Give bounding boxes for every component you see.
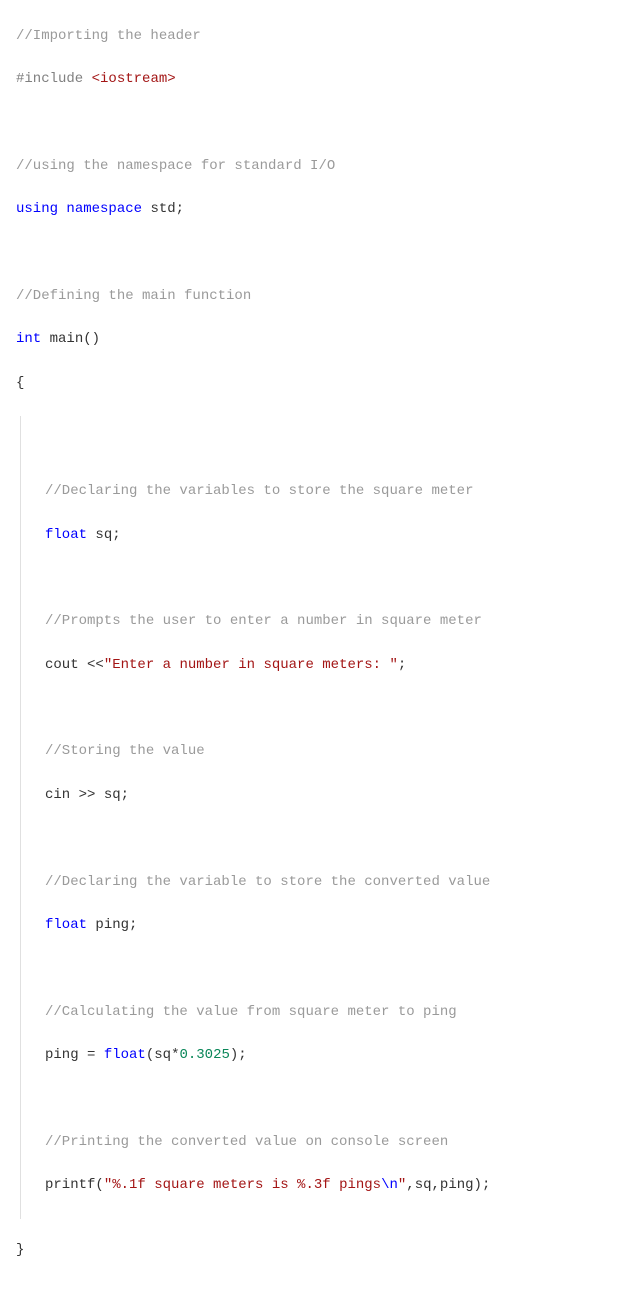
blank-line <box>45 438 612 460</box>
code-block: //Importing the header #include <iostrea… <box>0 0 628 1294</box>
comment: //Calculating the value from square mete… <box>45 1004 457 1020</box>
code-line: //Defining the main function <box>16 286 612 308</box>
close-brace: } <box>16 1242 24 1258</box>
escape-n: \n <box>381 1177 398 1193</box>
ident-std: std <box>150 201 175 217</box>
ident-sq: sq <box>415 1177 432 1193</box>
op-insert: << <box>87 657 104 673</box>
comment: //Importing the header <box>16 28 201 44</box>
blank-line <box>45 958 612 980</box>
code-line: cout <<"Enter a number in square meters:… <box>45 655 612 677</box>
code-line: //Storing the value <box>45 741 612 763</box>
code-line: //Declaring the variable to store the co… <box>45 872 612 894</box>
code-line: using namespace std; <box>16 199 612 221</box>
preproc-include: #include <box>16 71 83 87</box>
ident-sq: sq <box>154 1047 171 1063</box>
ident-sq: sq <box>95 527 112 543</box>
code-line: ping = float(sq*0.3025); <box>45 1045 612 1067</box>
string-format-part1: "%.1f square meters is %.3f pings <box>104 1177 381 1193</box>
semicolon: ; <box>176 201 184 217</box>
keyword-namespace: namespace <box>66 201 142 217</box>
semicolon: ; <box>398 657 406 673</box>
semicolon: ; <box>112 527 120 543</box>
op-extract: >> <box>79 787 96 803</box>
code-line: #include <iostream> <box>16 69 612 91</box>
code-line: //Prompts the user to enter a number in … <box>45 611 612 633</box>
lparen: ( <box>95 1177 103 1193</box>
ident-ping: ping <box>95 917 129 933</box>
code-line: { <box>16 373 612 395</box>
comment: //Defining the main function <box>16 288 251 304</box>
lparen: ( <box>146 1047 154 1063</box>
ident-printf: printf <box>45 1177 95 1193</box>
include-open: < <box>92 71 100 87</box>
ident-cin: cin <box>45 787 70 803</box>
comment: //Printing the converted value on consol… <box>45 1134 448 1150</box>
blank-line <box>16 112 612 134</box>
code-line: //Printing the converted value on consol… <box>45 1132 612 1154</box>
semicolon: ; <box>121 787 129 803</box>
parens: () <box>83 331 100 347</box>
op-mul: * <box>171 1047 179 1063</box>
include-close: > <box>167 71 175 87</box>
code-line: //Calculating the value from square mete… <box>45 1002 612 1024</box>
code-line: } <box>16 1240 612 1262</box>
semicolon: ; <box>482 1177 490 1193</box>
string-prompt: "Enter a number in square meters: " <box>104 657 398 673</box>
rparen: ) <box>474 1177 482 1193</box>
code-line: //Importing the header <box>16 26 612 48</box>
comment: //using the namespace for standard I/O <box>16 158 335 174</box>
code-line: cin >> sq; <box>45 785 612 807</box>
semicolon: ; <box>238 1047 246 1063</box>
rparen: ) <box>230 1047 238 1063</box>
ident-ping: ping <box>440 1177 474 1193</box>
comma: , <box>406 1177 414 1193</box>
op-assign: = <box>87 1047 95 1063</box>
keyword-using: using <box>16 201 58 217</box>
include-header: iostream <box>100 71 167 87</box>
code-line: //Declaring the variables to store the s… <box>45 481 612 503</box>
blank-line <box>45 698 612 720</box>
type-float: float <box>45 527 87 543</box>
blank-line <box>16 243 612 265</box>
code-line: float ping; <box>45 915 612 937</box>
blank-line <box>45 1088 612 1110</box>
ident-ping: ping <box>45 1047 79 1063</box>
code-line: printf("%.1f square meters is %.3f pings… <box>45 1175 612 1197</box>
code-line: //using the namespace for standard I/O <box>16 156 612 178</box>
cast-float: float <box>104 1047 146 1063</box>
type-float: float <box>45 917 87 933</box>
comma: , <box>432 1177 440 1193</box>
ident-cout: cout <box>45 657 79 673</box>
code-line: float sq; <box>45 525 612 547</box>
ident-main: main <box>50 331 84 347</box>
comment: //Prompts the user to enter a number in … <box>45 613 482 629</box>
number-factor: 0.3025 <box>179 1047 229 1063</box>
string-format-part2: " <box>398 1177 406 1193</box>
comment: //Declaring the variable to store the co… <box>45 874 490 890</box>
comment: //Declaring the variables to store the s… <box>45 483 473 499</box>
semicolon: ; <box>129 917 137 933</box>
open-brace: { <box>16 375 24 391</box>
indented-block: //Declaring the variables to store the s… <box>20 416 612 1218</box>
type-int: int <box>16 331 41 347</box>
comment: //Storing the value <box>45 743 205 759</box>
code-line: int main() <box>16 329 612 351</box>
ident-sq: sq <box>104 787 121 803</box>
blank-line <box>45 568 612 590</box>
blank-line <box>45 828 612 850</box>
